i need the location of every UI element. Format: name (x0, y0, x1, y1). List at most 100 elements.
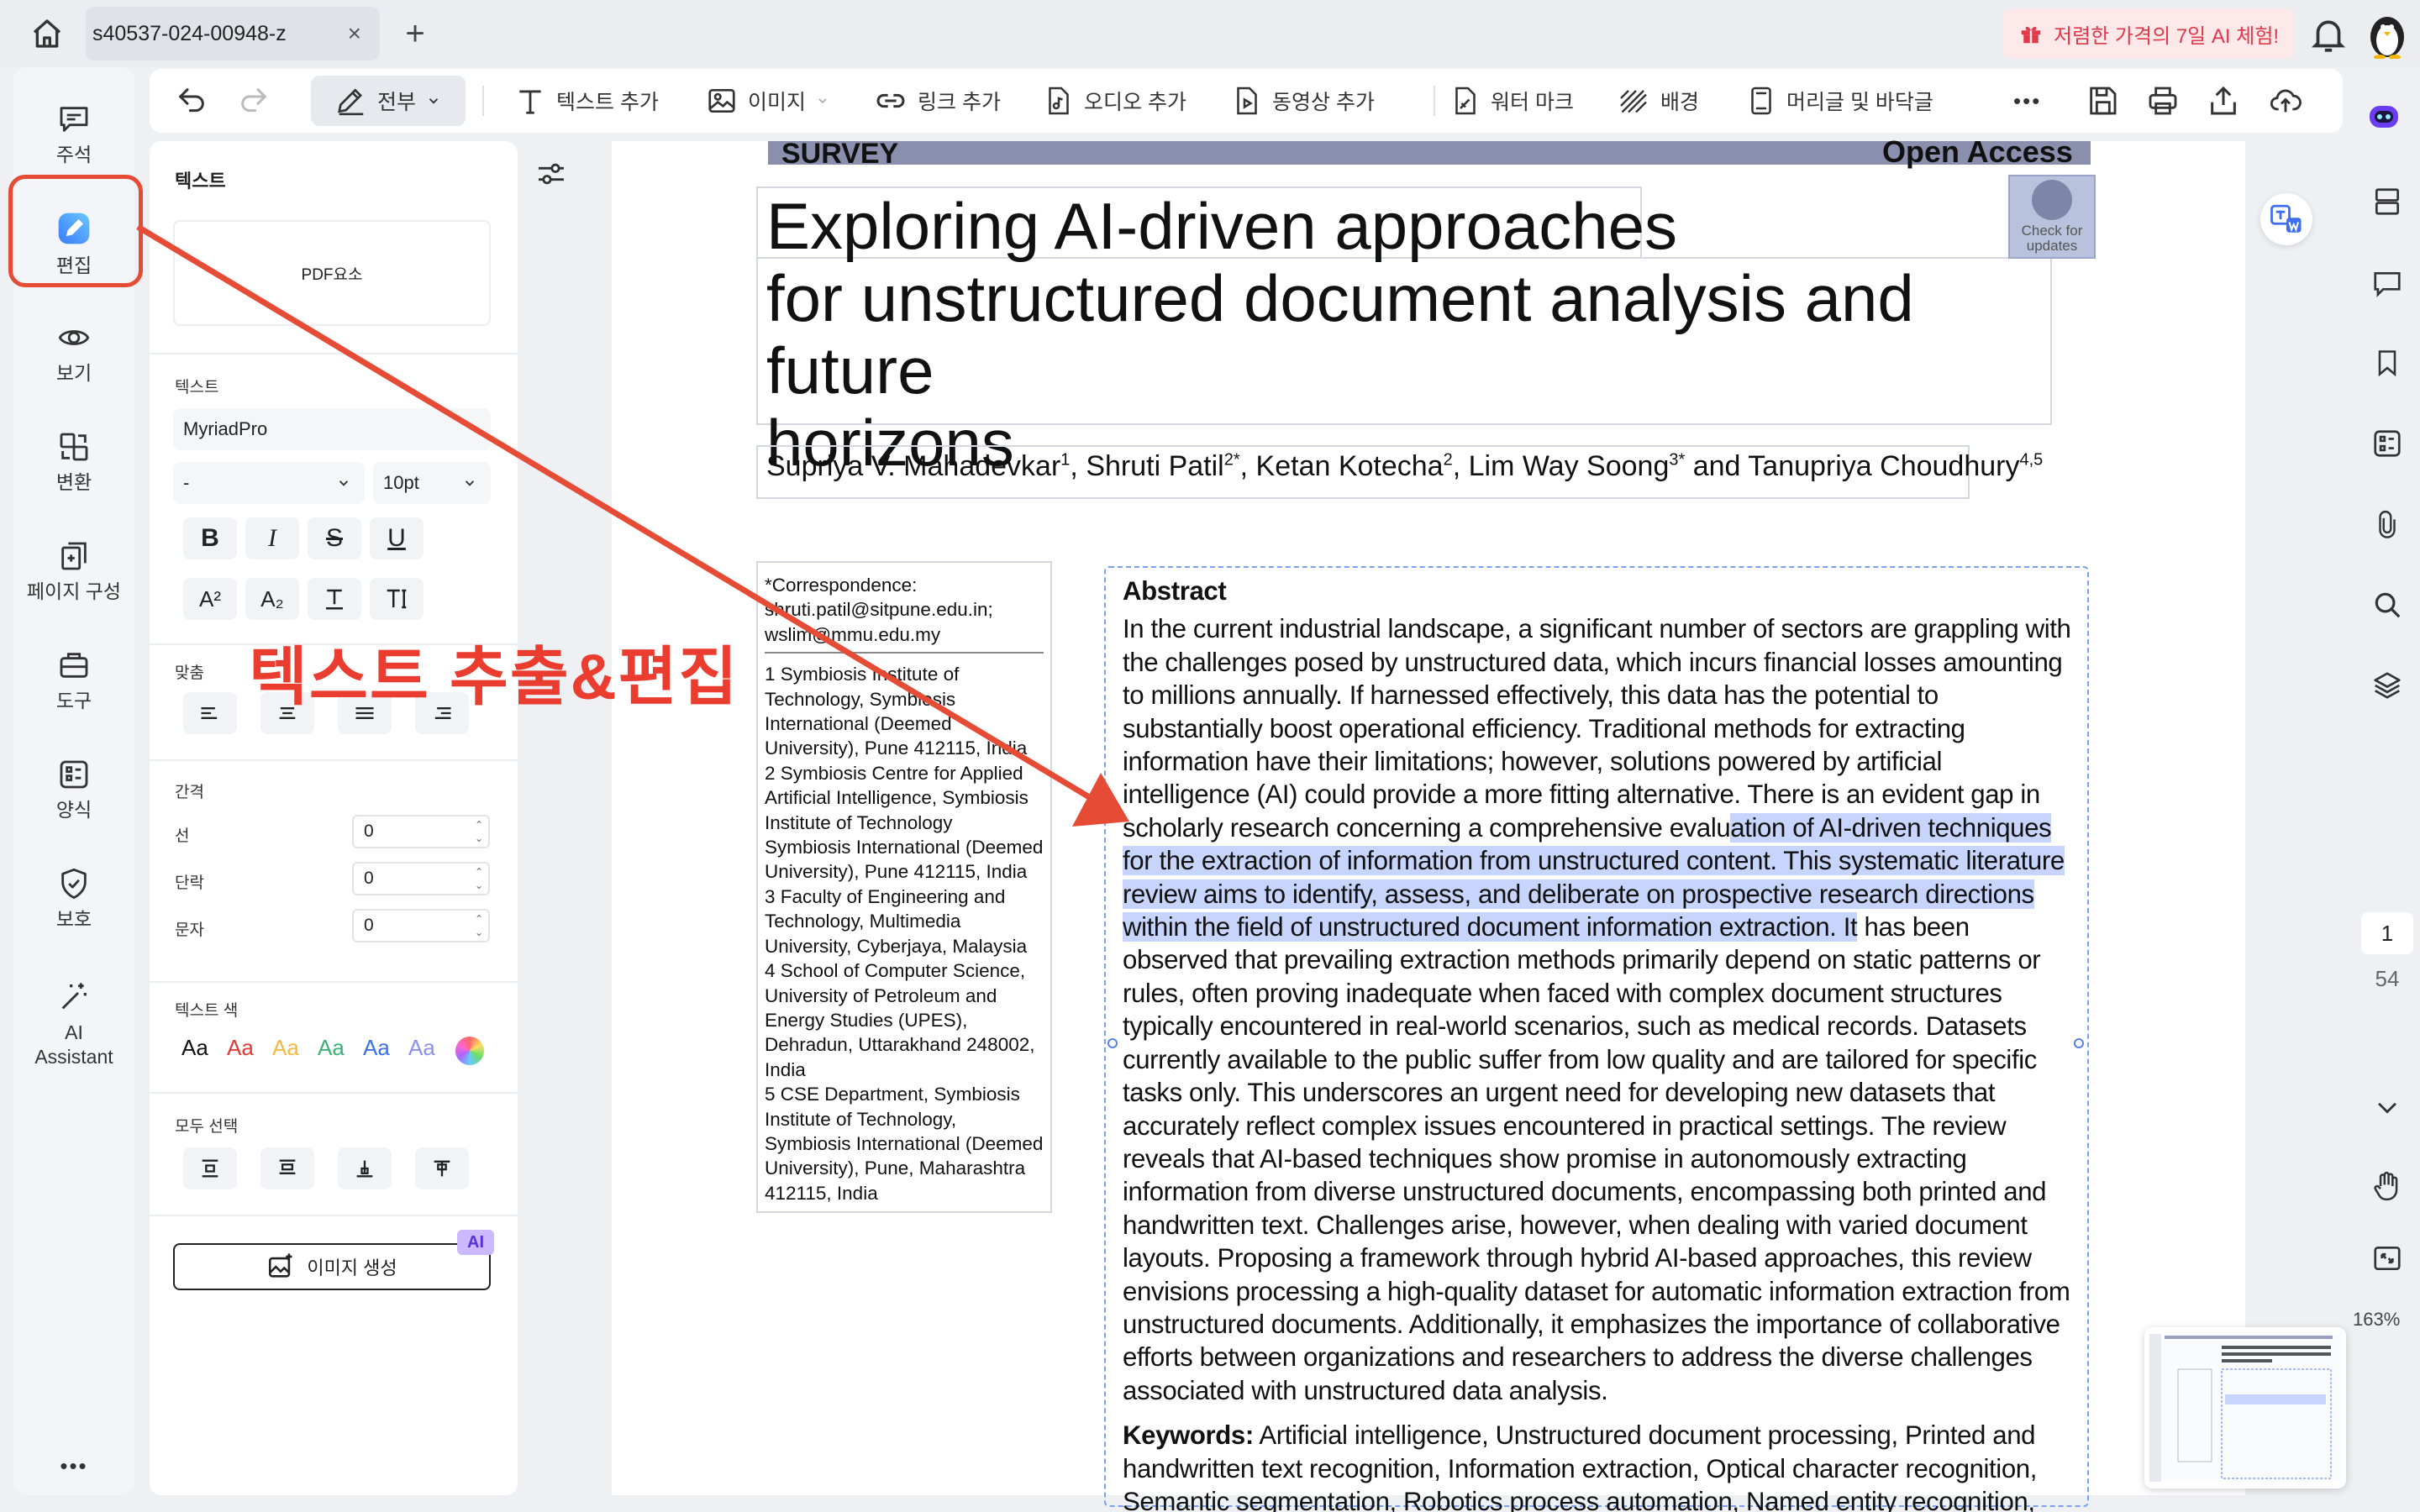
generate-image-button[interactable]: 이미지 생성 (173, 1243, 491, 1290)
search-button[interactable] (2361, 581, 2413, 628)
watermark-button[interactable]: 워터 마크 (1450, 69, 1574, 133)
strikethrough-button[interactable]: S (308, 517, 361, 559)
font-size-select[interactable]: 10pt (373, 462, 491, 504)
add-text-button[interactable]: 텍스트 추가 (514, 69, 659, 133)
nav-ai-assistant[interactable]: AI Assistant (13, 966, 134, 1084)
image-dropdown[interactable]: 이미지 (706, 69, 829, 133)
text-color-blue[interactable]: Aa (363, 1035, 390, 1061)
toolbar-more-button[interactable]: ••• (2013, 69, 2041, 133)
font-style-select[interactable]: - (173, 462, 365, 504)
resize-handle-left[interactable] (1107, 1038, 1118, 1048)
author-name: Supriya V. Mahadevkar (766, 450, 1061, 482)
bold-icon: B (201, 524, 219, 552)
align-left-button[interactable] (183, 692, 237, 734)
zoom-level[interactable]: 163% (2353, 1309, 2400, 1331)
save-button[interactable] (2086, 69, 2119, 133)
header-footer-button[interactable]: 머리글 및 바닥글 (1746, 69, 1933, 133)
text-color-red[interactable]: Aa (227, 1035, 254, 1061)
new-tab-button[interactable]: + (393, 12, 437, 55)
next-page-button[interactable] (2361, 1084, 2413, 1131)
stepper-arrows-icon[interactable]: ⌃ ⌄ (475, 865, 483, 892)
bold-button[interactable]: B (183, 517, 237, 559)
add-audio-button[interactable]: 오디오 추가 (1044, 69, 1186, 133)
distribute-vertical-icon (202, 1159, 218, 1178)
add-video-button[interactable]: 동영상 추가 (1232, 69, 1375, 133)
home-button[interactable] (22, 12, 72, 55)
add-audio-label: 오디오 추가 (1084, 91, 1186, 114)
background-button[interactable]: 배경 (1617, 69, 1699, 133)
toolbar-divider (482, 86, 484, 116)
form-fields-panel-button[interactable] (2361, 420, 2413, 467)
author-list[interactable]: Supriya V. Mahadevkar1, Shruti Patil2*, … (766, 450, 2043, 483)
bookmarks-panel-button[interactable] (2361, 339, 2413, 386)
redo-button[interactable] (237, 69, 271, 133)
line-spacing-input[interactable]: 0 ⌃ ⌄ (352, 815, 490, 848)
affiliation-item: 3 Faculty of Engineering and Technology,… (765, 885, 1028, 957)
hand-tool-button[interactable] (2361, 1163, 2413, 1210)
edit-mode-dropdown[interactable]: 전부 (311, 76, 466, 126)
hand-icon (2374, 1171, 2398, 1201)
text-baseline-icon (326, 589, 343, 610)
resize-handle-right[interactable] (2074, 1038, 2084, 1048)
notifications-button[interactable] (2307, 13, 2351, 55)
align-bottom-button[interactable] (338, 1147, 392, 1189)
paragraph-spacing-input[interactable]: 0 ⌃ ⌄ (352, 862, 490, 895)
text-color-yellow[interactable]: Aa (272, 1035, 299, 1061)
panel-settings-button[interactable] (528, 155, 575, 193)
translate-icon (2270, 204, 2302, 233)
ai-trial-promo-button[interactable]: 저렴한 가격의 7일 AI 체험! (2003, 8, 2294, 59)
comments-panel-button[interactable] (2361, 260, 2413, 307)
subscript-button[interactable]: A₂ (245, 578, 299, 620)
abstract-body[interactable]: In the current industrial landscape, a s… (1123, 612, 2072, 1407)
char-spacing-label: 문자 (175, 921, 204, 939)
color-picker-wheel-icon[interactable] (455, 1037, 484, 1065)
align-top-button[interactable] (260, 1147, 314, 1189)
font-family-select[interactable]: MyriadPro (173, 408, 491, 450)
nav-form[interactable]: 양식 (13, 739, 134, 840)
check-for-updates-badge[interactable]: Check for updates (2008, 175, 2096, 259)
attachments-panel-button[interactable] (2361, 501, 2413, 548)
print-button[interactable] (2146, 69, 2180, 133)
nav-protect[interactable]: 보호 (13, 848, 134, 949)
nav-convert[interactable]: 변환 (13, 412, 134, 512)
select-all-label: 모두 선택 (175, 1118, 239, 1136)
document-tab[interactable]: s40537-024-00948-z × (86, 7, 380, 60)
stepper-arrows-icon[interactable]: ⌃ ⌄ (475, 912, 483, 939)
italic-button[interactable]: I (245, 517, 299, 559)
add-link-button[interactable]: 링크 추가 (874, 69, 1001, 133)
layers-panel-button[interactable] (2361, 662, 2413, 709)
nav-view[interactable]: 보기 (13, 302, 134, 403)
superscript-button[interactable]: A² (183, 578, 237, 620)
text-color-black[interactable]: Aa (182, 1035, 208, 1061)
share-button[interactable] (2207, 69, 2240, 133)
fit-page-button[interactable] (2361, 1235, 2413, 1282)
text-color-green[interactable]: Aa (318, 1035, 345, 1061)
distribute-vertical-button[interactable] (183, 1147, 237, 1189)
stepper-arrows-icon[interactable]: ⌃ ⌄ (475, 818, 483, 845)
align-middle-button[interactable] (415, 1147, 469, 1189)
text-baseline-button[interactable] (308, 578, 361, 620)
translate-word-button[interactable] (2260, 193, 2312, 245)
nav-protect-label: 보호 (55, 907, 92, 930)
current-page-input[interactable]: 1 (2361, 912, 2413, 954)
cloud-upload-button[interactable] (2267, 69, 2304, 133)
underline-button[interactable]: U (370, 517, 424, 559)
watermark-icon (1455, 87, 1476, 115)
text-color-purple[interactable]: Aa (408, 1035, 435, 1061)
undo-button[interactable] (175, 69, 208, 133)
user-avatar[interactable] (2363, 8, 2412, 59)
nav-page-organize[interactable]: 페이지 구성 (13, 521, 134, 622)
nav-view-label: 보기 (55, 361, 92, 384)
tab-close-button[interactable]: × (348, 20, 361, 47)
char-spacing-input[interactable]: 0 ⌃ ⌄ (352, 909, 490, 942)
correspondence-sidebar[interactable]: *Correspondence: shruti.patil@sitpune.ed… (756, 561, 1052, 1213)
thumbnails-panel-button[interactable] (2361, 178, 2413, 225)
printer-icon (2149, 87, 2177, 115)
nav-comment[interactable]: 주석 (13, 84, 134, 185)
nav-more-button[interactable]: ••• (13, 1445, 134, 1487)
page-thumbnail-preview[interactable] (2144, 1327, 2346, 1488)
abstract-text-block[interactable]: Abstract In the current industrial lands… (1123, 575, 2072, 1512)
paper-title[interactable]: Exploring AI-driven approaches for unstr… (766, 190, 2052, 479)
text-cursor-button[interactable] (370, 578, 424, 620)
nav-tools[interactable]: 도구 (13, 630, 134, 731)
